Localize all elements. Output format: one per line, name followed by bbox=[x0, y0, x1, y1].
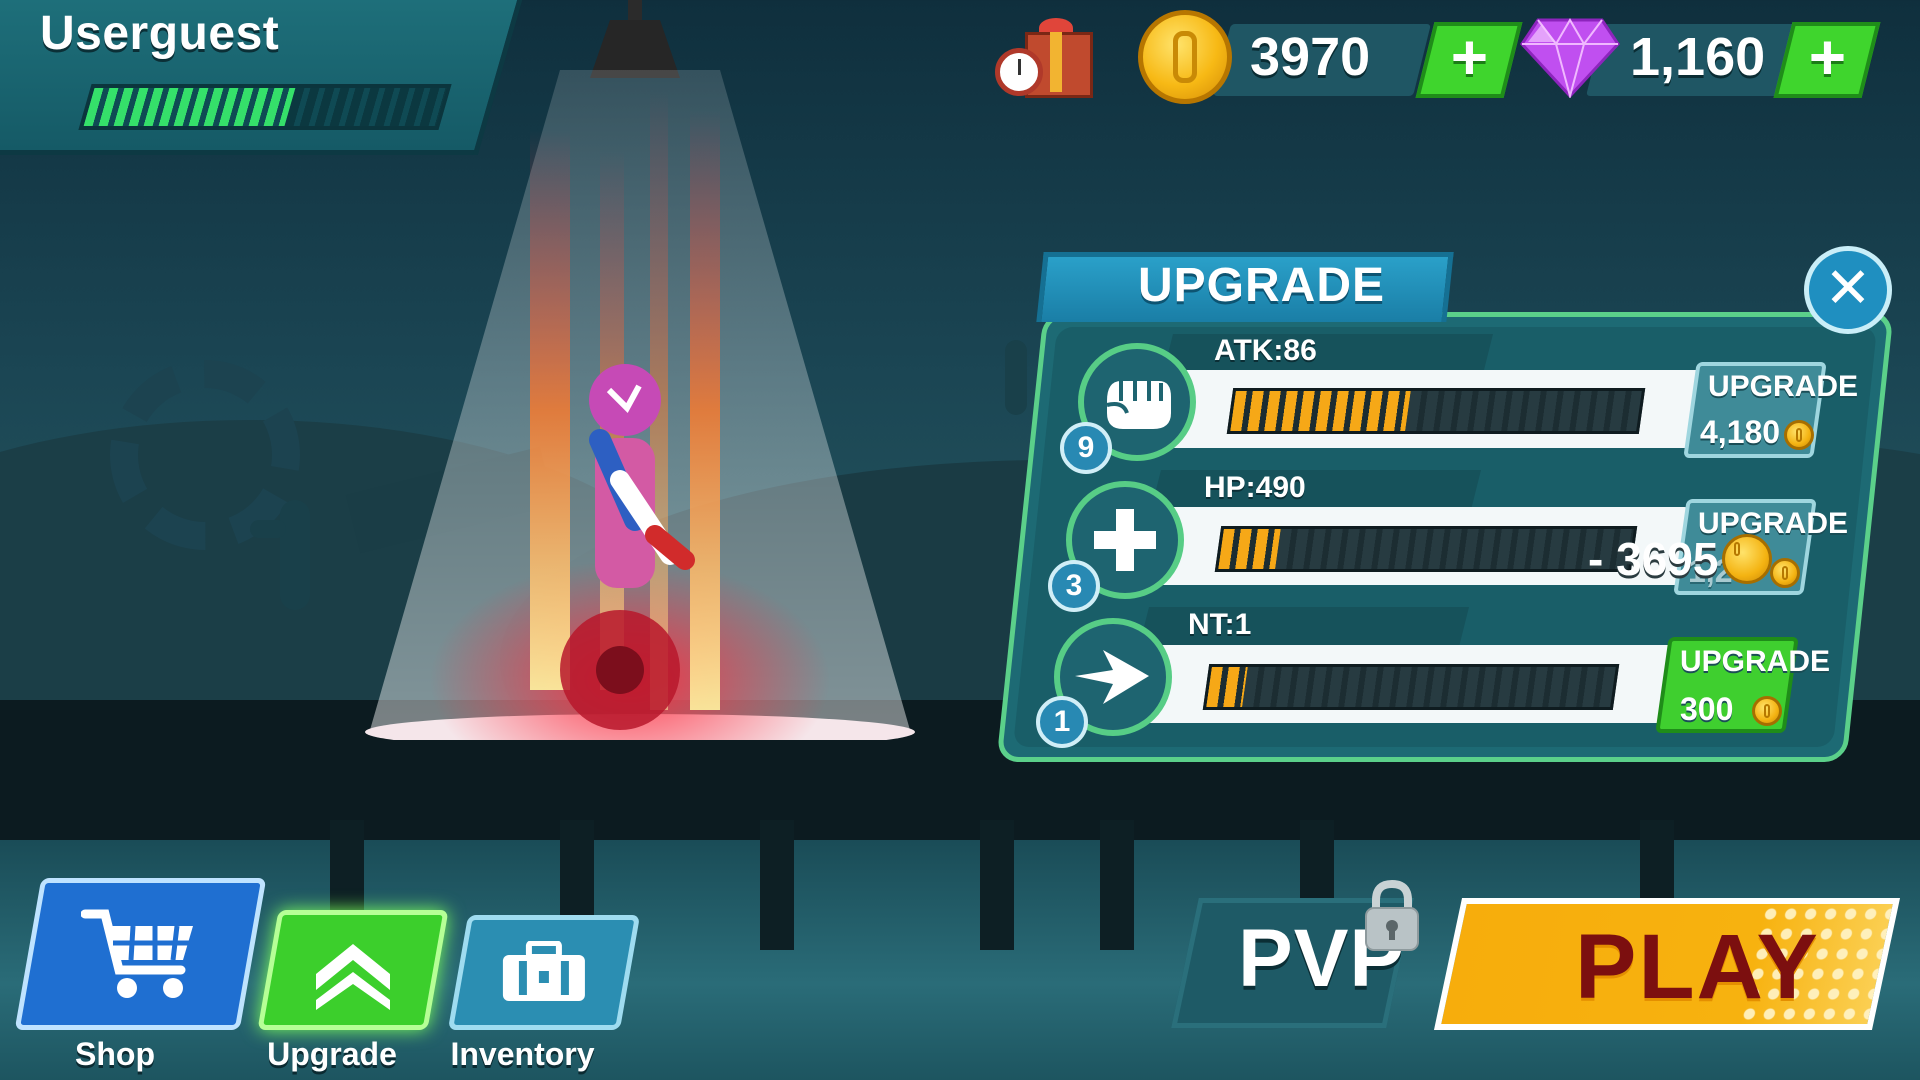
coin-icon bbox=[1784, 420, 1814, 450]
gem-amount: 1,160 bbox=[1630, 27, 1766, 87]
xp-progress-fill bbox=[83, 88, 296, 126]
xp-progress-bar bbox=[78, 84, 452, 130]
stat-label-hp: HP:490 bbox=[1204, 471, 1306, 504]
upgrade-button-atk-label: UPGRADE bbox=[1708, 370, 1859, 403]
stickman-hero bbox=[535, 360, 705, 740]
fist-icon bbox=[1106, 381, 1171, 429]
close-panel-button[interactable]: ✕ bbox=[1804, 246, 1892, 334]
upgrade-cost-atk: 4,180 bbox=[1700, 414, 1781, 450]
upgrade-button-hp-label: UPGRADE bbox=[1698, 507, 1849, 540]
username: Userguest bbox=[40, 7, 280, 60]
coin-icon bbox=[1138, 10, 1232, 104]
plus-icon: + bbox=[1809, 21, 1847, 93]
upgrade-button-nt-label: UPGRADE bbox=[1680, 645, 1831, 678]
stat-bar-nt bbox=[1202, 664, 1620, 710]
stat-level-badge-atk: 9 bbox=[1060, 422, 1112, 474]
upgrade-label: Upgrade bbox=[267, 1036, 397, 1072]
toolbox-icon bbox=[503, 940, 585, 1001]
shop-label: Shop bbox=[75, 1036, 155, 1072]
upgrade-panel-title: UPGRADE bbox=[1138, 259, 1386, 312]
shop-button[interactable] bbox=[14, 878, 267, 1030]
add-coins-button[interactable]: + bbox=[1415, 21, 1523, 98]
add-gems-button[interactable]: + bbox=[1773, 21, 1881, 98]
stat-level-badge-hp: 3 bbox=[1048, 560, 1100, 612]
coin-icon bbox=[1770, 558, 1800, 588]
stat-level-badge-nt: 1 bbox=[1036, 696, 1088, 748]
cactus-silhouette bbox=[280, 500, 310, 610]
coin-icon bbox=[1722, 534, 1772, 584]
player-profile[interactable]: Userguest bbox=[0, 0, 523, 155]
timed-gift-icon[interactable] bbox=[995, 10, 1093, 98]
coin-amount: 3970 bbox=[1250, 27, 1371, 87]
stat-bar-atk bbox=[1226, 388, 1646, 434]
coin-icon bbox=[1752, 696, 1782, 726]
inventory-button[interactable] bbox=[447, 915, 641, 1030]
stat-label-atk: ATK:86 bbox=[1214, 334, 1317, 367]
plus-icon bbox=[1094, 509, 1156, 571]
arrow-icon bbox=[1075, 650, 1149, 704]
play-label: PLAY bbox=[1575, 916, 1820, 1018]
ceiling-lamp-icon bbox=[570, 0, 700, 78]
upgrade-nav-button[interactable] bbox=[257, 910, 449, 1030]
cart-icon bbox=[80, 909, 193, 998]
floating-spend-indicator: - 3695 bbox=[1588, 533, 1719, 585]
stat-label-nt: NT:1 bbox=[1188, 608, 1252, 641]
lock-icon bbox=[1362, 879, 1422, 954]
cactus-silhouette-small bbox=[1005, 340, 1027, 415]
plus-icon: + bbox=[1451, 21, 1489, 93]
double-chevron-up-icon bbox=[316, 944, 390, 1010]
inventory-label: Inventory bbox=[450, 1036, 595, 1072]
stat-bar-hp bbox=[1214, 526, 1638, 572]
close-icon: ✕ bbox=[1824, 256, 1872, 319]
gem-icon bbox=[1520, 14, 1620, 100]
upgrade-cost-nt: 300 bbox=[1680, 691, 1734, 727]
